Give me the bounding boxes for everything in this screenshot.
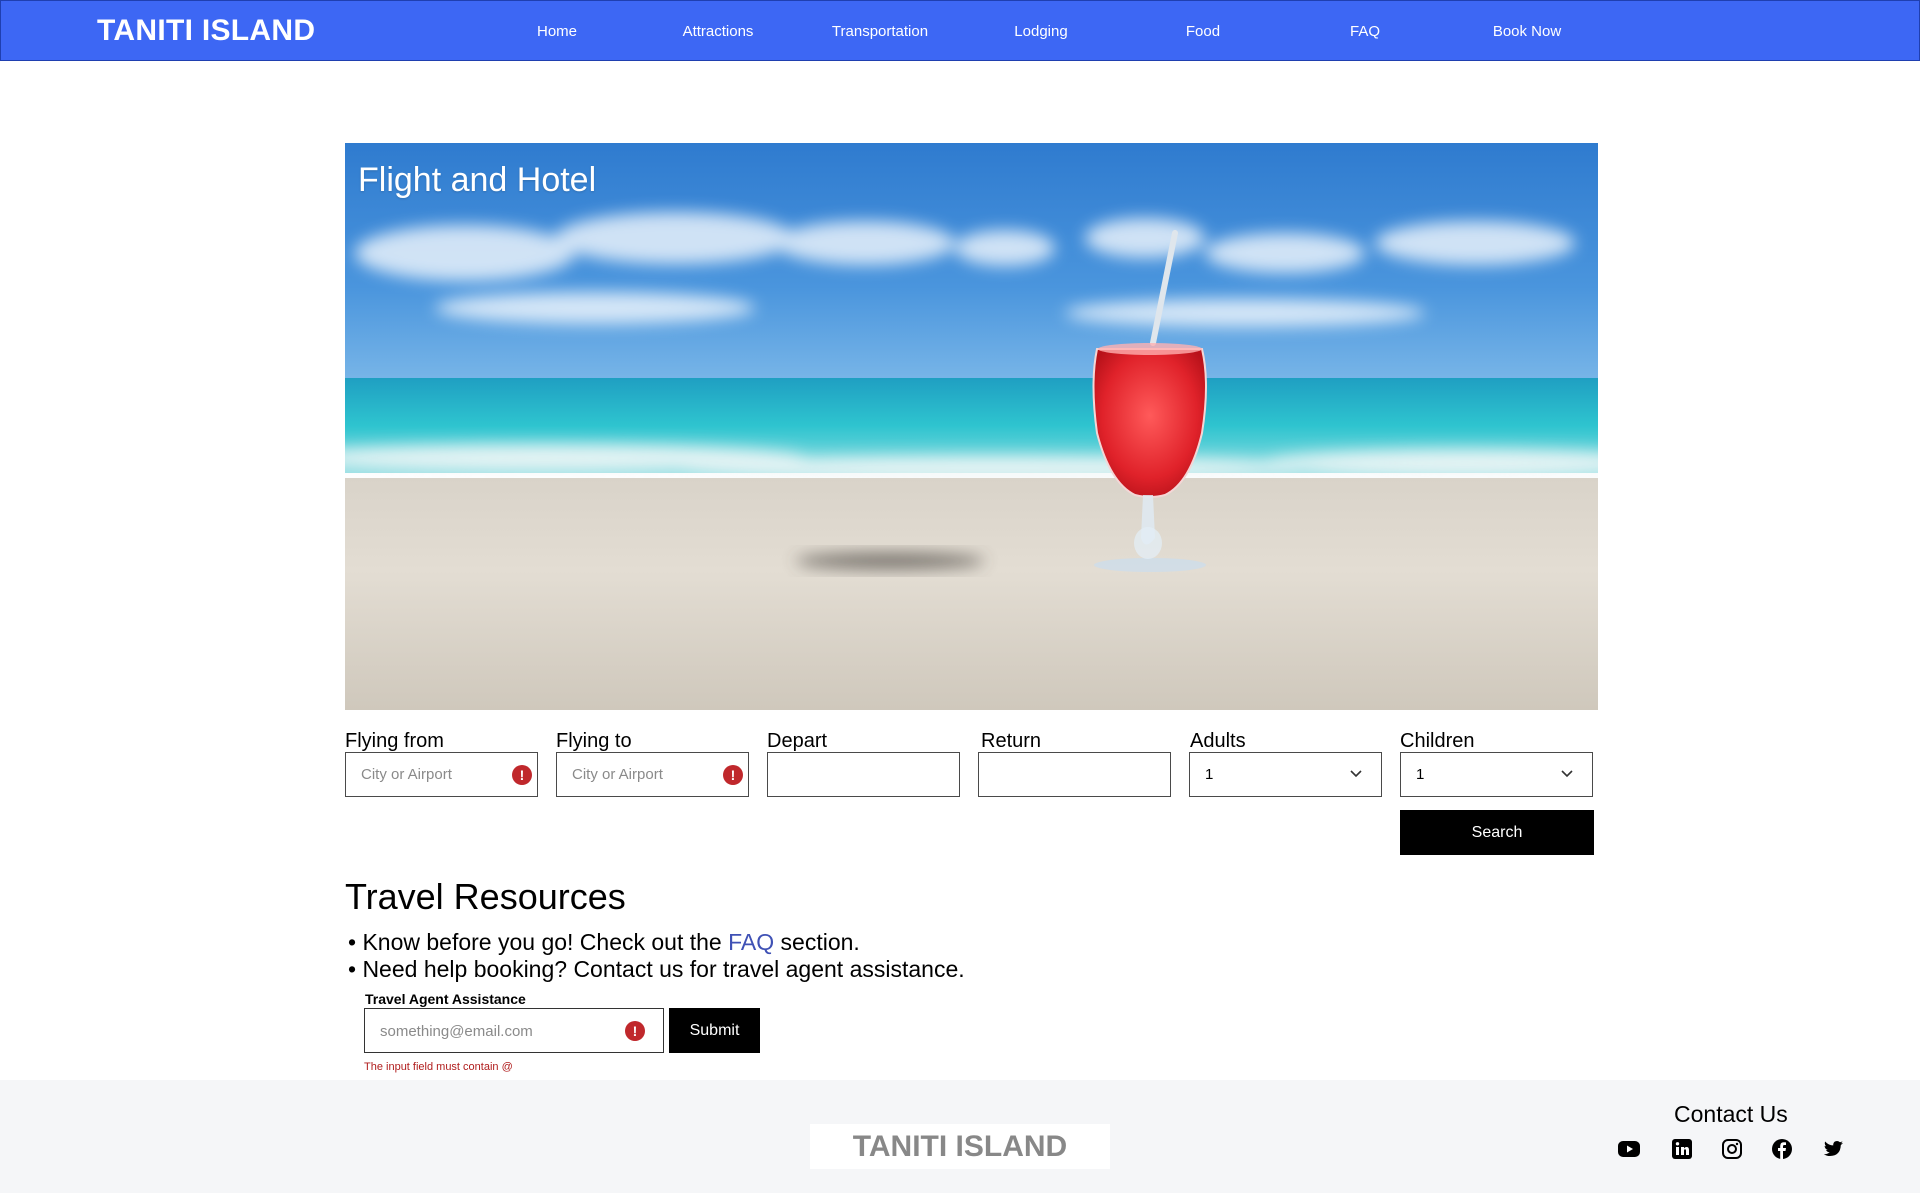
flying-to-input[interactable]: City or Airport ! (556, 752, 749, 797)
top-nav-bar: TANITI ISLAND Home Attractions Transport… (0, 0, 1920, 61)
submit-button[interactable]: Submit (669, 1008, 760, 1053)
youtube-icon[interactable] (1617, 1137, 1641, 1161)
return-date-input[interactable] (978, 752, 1171, 797)
adults-select[interactable]: 1 (1189, 752, 1382, 797)
site-logo[interactable]: TANITI ISLAND (97, 14, 315, 48)
footer: TANITI ISLAND Contact Us (0, 1080, 1920, 1193)
faq-resource-line: • Know before you go! Check out the FAQ … (348, 929, 860, 956)
flying-to-label: Flying to (556, 730, 632, 752)
nav-transportation[interactable]: Transportation (800, 23, 960, 40)
linkedin-icon[interactable] (1670, 1137, 1694, 1161)
adults-value: 1 (1205, 766, 1214, 783)
beach-drink-image (345, 143, 1598, 710)
footer-logo[interactable]: TANITI ISLAND (810, 1124, 1110, 1169)
instagram-icon[interactable] (1720, 1137, 1744, 1161)
error-icon: ! (512, 765, 532, 785)
search-button[interactable]: Search (1400, 810, 1594, 855)
children-select[interactable]: 1 (1400, 752, 1593, 797)
email-error-message: The input field must contain @ (364, 1061, 513, 1073)
children-label: Children (1400, 730, 1475, 752)
chevron-down-icon (1350, 770, 1362, 778)
error-icon: ! (723, 765, 743, 785)
contact-us-heading: Contact Us (1674, 1101, 1788, 1127)
twitter-icon[interactable] (1821, 1137, 1845, 1161)
children-value: 1 (1416, 766, 1425, 783)
nav-food[interactable]: Food (1123, 23, 1283, 40)
email-placeholder: something@email.com (380, 1023, 533, 1040)
travel-agent-label: Travel Agent Assistance (365, 991, 526, 1007)
chevron-down-icon (1561, 770, 1573, 778)
flying-from-label: Flying from (345, 730, 444, 752)
depart-label: Depart (767, 730, 828, 752)
nav-home[interactable]: Home (477, 23, 637, 40)
hero-title: Flight and Hotel (358, 161, 597, 199)
return-label: Return (981, 730, 1042, 752)
flying-to-placeholder: City or Airport (572, 766, 663, 783)
nav-faq[interactable]: FAQ (1285, 23, 1445, 40)
faq-line-prefix: • Know before you go! Check out the (348, 929, 729, 955)
travel-resources-heading: Travel Resources (345, 876, 626, 917)
agent-resource-line: • Need help booking? Contact us for trav… (348, 956, 965, 982)
adults-label: Adults (1190, 730, 1246, 752)
email-input[interactable]: something@email.com ! (364, 1008, 664, 1053)
faq-link[interactable]: FAQ (728, 929, 774, 955)
depart-date-input[interactable] (767, 752, 960, 797)
flying-from-input[interactable]: City or Airport ! (345, 752, 538, 797)
nav-book-now[interactable]: Book Now (1447, 23, 1607, 40)
hero-banner: Flight and Hotel (345, 143, 1598, 710)
error-icon: ! (625, 1021, 645, 1041)
nav-attractions[interactable]: Attractions (638, 23, 798, 40)
flying-from-placeholder: City or Airport (361, 766, 452, 783)
nav-lodging[interactable]: Lodging (961, 23, 1121, 40)
faq-line-suffix: section. (774, 929, 860, 955)
facebook-icon[interactable] (1770, 1137, 1794, 1161)
